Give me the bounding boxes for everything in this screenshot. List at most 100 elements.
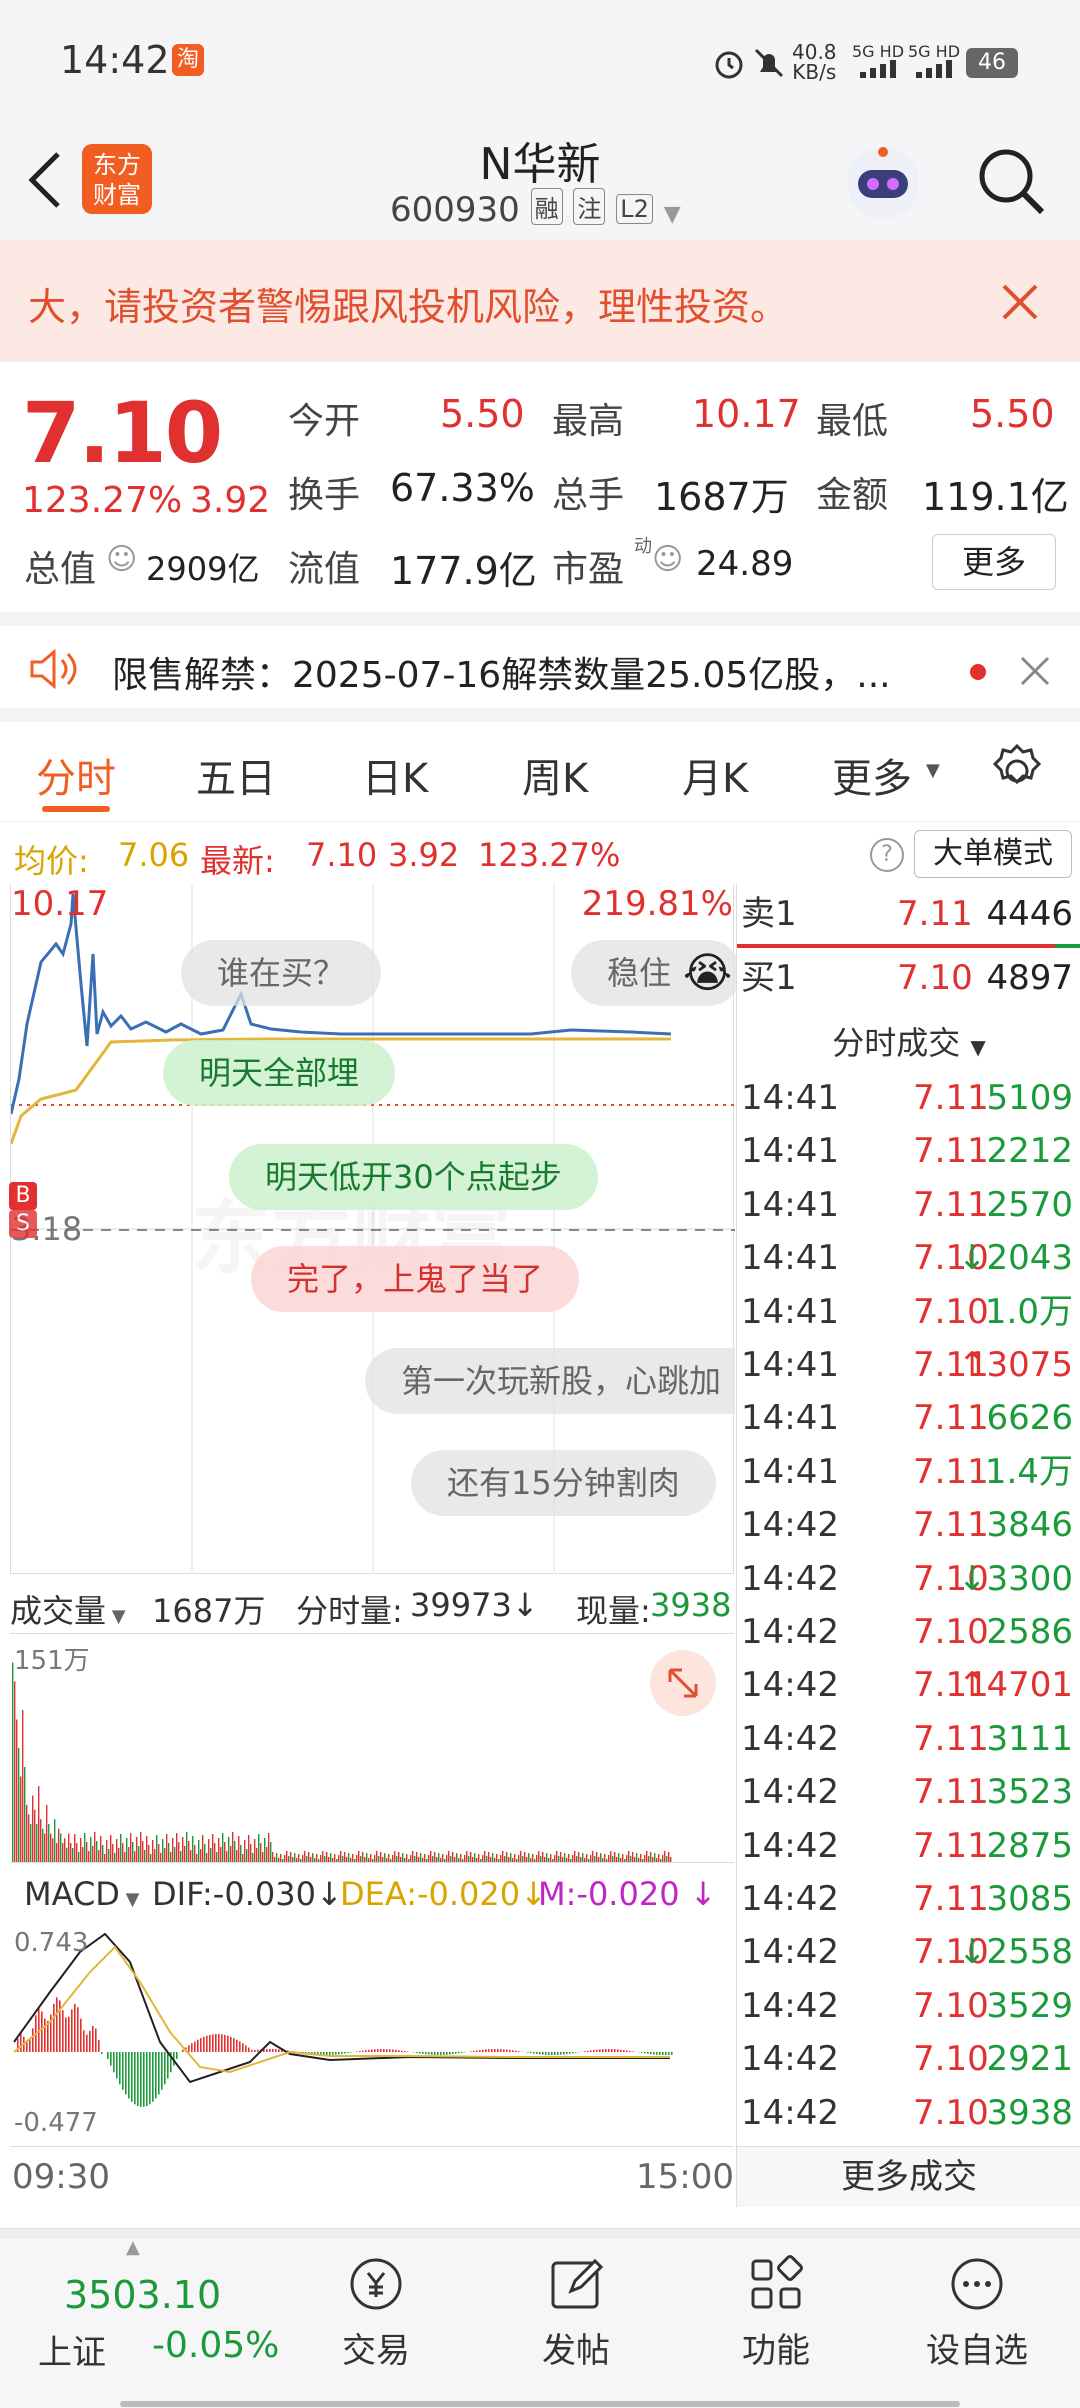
macd-bar xyxy=(413,2052,415,2053)
status-bar: 14:42 淘 40.8 KB/s 5G HD 5G HD 46 xyxy=(0,0,1080,120)
tick-row: 14:42 7.10 ↓3300 xyxy=(737,1553,1080,1606)
pe-info-icon[interactable]: ☺ xyxy=(652,542,683,577)
macd-bar xyxy=(164,2052,166,2085)
volume-bar xyxy=(102,1845,104,1862)
volume-bar xyxy=(478,1854,480,1862)
tab-more[interactable]: 更多 xyxy=(832,746,912,804)
comment-bubble-5[interactable]: 完了，上鬼了当了 xyxy=(251,1246,580,1312)
bid-1-row[interactable]: 买1 7.10 4897 xyxy=(737,952,1080,1005)
macd-bar xyxy=(71,2009,73,2052)
comment-bubble-7[interactable]: 还有15分钟割肉 xyxy=(411,1450,716,1516)
comment-bubble-1[interactable]: 谁在买？ xyxy=(181,940,382,1006)
change-percent: 123.27% xyxy=(22,480,183,521)
tab-five-day[interactable]: 五日 xyxy=(196,746,276,804)
add-watchlist-nav-item[interactable]: 设自选 xyxy=(912,2249,1042,2389)
volume-bar xyxy=(58,1828,60,1862)
tick-row: 14:42 7.11 3111 xyxy=(737,1713,1080,1766)
macd-bar xyxy=(449,2052,451,2055)
chart-period-tabs: 分时 五日 日K 周K 月K 更多 ▼ xyxy=(0,722,1080,822)
volume-bar xyxy=(258,1834,260,1862)
index-ticker[interactable]: 3503.10 上证 -0.05% xyxy=(28,2259,298,2379)
ask-1-row[interactable]: 卖1 7.11 4446 xyxy=(737,888,1080,941)
macd-bar xyxy=(44,2018,46,2052)
macd-bar xyxy=(632,2051,634,2052)
collapse-up-icon[interactable]: ▲ xyxy=(126,2237,140,2258)
tab-weekly-k[interactable]: 周K xyxy=(522,746,588,804)
tab-more-dropdown-icon: ▼ xyxy=(926,760,940,781)
volume-bar xyxy=(536,1855,538,1862)
macd-bar xyxy=(590,2050,592,2052)
macd-bar xyxy=(347,2052,349,2054)
open-value: 5.50 xyxy=(440,392,525,436)
macd-bar xyxy=(530,2052,532,2054)
macd-bar xyxy=(416,2052,418,2054)
notice-bar[interactable]: 限售解禁：2025-07-16解禁数量25.05亿股，... xyxy=(0,612,1080,722)
volume-bar xyxy=(456,1853,458,1862)
volume-bar xyxy=(54,1819,56,1862)
volume-bar xyxy=(228,1837,230,1862)
tab-daily-k[interactable]: 日K xyxy=(362,746,428,804)
intraday-chart[interactable]: 10.17 219.81% 3.18 东方财富 B S 谁在买？ 稳住 😭 明天… xyxy=(9,884,742,1574)
tab-monthly-k[interactable]: 月K xyxy=(682,746,748,804)
macd-chart[interactable]: 0.743 -0.477 xyxy=(10,1922,734,2147)
macd-indicator-select[interactable]: MACD ▼ xyxy=(24,1875,140,1913)
tick-trades-title[interactable]: 分时成交 ▼ xyxy=(737,1014,1080,1072)
volume-bar xyxy=(302,1855,304,1862)
sell-marker[interactable]: S xyxy=(9,1210,37,1238)
volume-bar xyxy=(250,1844,252,1862)
volume-chart[interactable]: 151万 xyxy=(10,1634,734,1862)
trade-nav-item[interactable]: 交易 xyxy=(326,2249,426,2389)
comment-bubble-6[interactable]: 第一次玩新股，心跳加 xyxy=(365,1348,735,1414)
macd-bar xyxy=(248,2047,250,2052)
registration-tag: 注 xyxy=(573,188,606,225)
buy-marker[interactable]: B xyxy=(9,1182,37,1210)
macd-bar xyxy=(377,2049,379,2052)
macd-bar xyxy=(257,2049,259,2052)
tab-intraday[interactable]: 分时 xyxy=(36,746,116,804)
volume-bar xyxy=(172,1838,174,1862)
comment-bubble-3[interactable]: 明天全部埋 xyxy=(163,1040,396,1106)
trade-label: 交易 xyxy=(342,2331,410,2371)
stock-code-row[interactable]: 600930 融 注 L2 ▼ xyxy=(390,188,681,230)
comment-bubble-4[interactable]: 明天低开30个点起步 xyxy=(229,1144,598,1210)
macd-bar xyxy=(599,2049,601,2052)
volume-bar xyxy=(524,1852,526,1862)
macd-bar xyxy=(605,2049,607,2052)
volume-bar xyxy=(466,1851,468,1862)
gear-icon[interactable] xyxy=(988,742,1046,800)
big-order-mode-button[interactable]: 大单模式 xyxy=(914,830,1072,878)
info-circle-icon[interactable]: ☺ xyxy=(106,542,137,577)
function-nav-item[interactable]: 功能 xyxy=(726,2249,826,2389)
tick-time: 14:42 xyxy=(741,1505,839,1546)
latest-percent: 123.27% xyxy=(478,836,621,874)
more-trades-button[interactable]: 更多成交 xyxy=(737,2146,1080,2207)
macd-bar xyxy=(419,2052,421,2054)
turnover-label: 换手 xyxy=(288,475,361,516)
macd-bar xyxy=(188,2045,190,2052)
volume-bar xyxy=(208,1839,210,1862)
volume-bar xyxy=(556,1851,558,1862)
post-nav-item[interactable]: 发帖 xyxy=(526,2249,626,2389)
more-quote-button[interactable]: 更多 xyxy=(932,534,1056,590)
close-icon[interactable] xyxy=(998,280,1042,324)
robot-assistant-icon[interactable] xyxy=(840,140,926,226)
macd-bar xyxy=(422,2052,424,2054)
volume-bar xyxy=(442,1854,444,1862)
expand-button[interactable] xyxy=(650,1650,716,1716)
search-icon[interactable] xyxy=(974,144,1048,218)
tick-row: 14:41 7.10 ↓2043 xyxy=(737,1232,1080,1285)
volume-bar xyxy=(636,1853,638,1862)
volume-bar xyxy=(362,1852,364,1862)
notice-close-icon[interactable] xyxy=(1018,654,1052,688)
volume-bar xyxy=(402,1853,404,1862)
help-icon[interactable]: ? xyxy=(870,838,904,872)
low-label: 最低 xyxy=(816,401,889,442)
macd-bar xyxy=(545,2052,547,2055)
volume-bar xyxy=(564,1853,566,1862)
macd-bar xyxy=(668,2052,670,2055)
macd-bar xyxy=(332,2052,334,2055)
volume-bar xyxy=(290,1852,292,1862)
volume-header: 成交量 ▼ 1687万 分时量: 39973↓ 现量: 3938 xyxy=(10,1574,734,1634)
volume-indicator-select[interactable]: 成交量 ▼ xyxy=(10,1586,126,1632)
tick-volume: 2875 xyxy=(986,1825,1073,1866)
